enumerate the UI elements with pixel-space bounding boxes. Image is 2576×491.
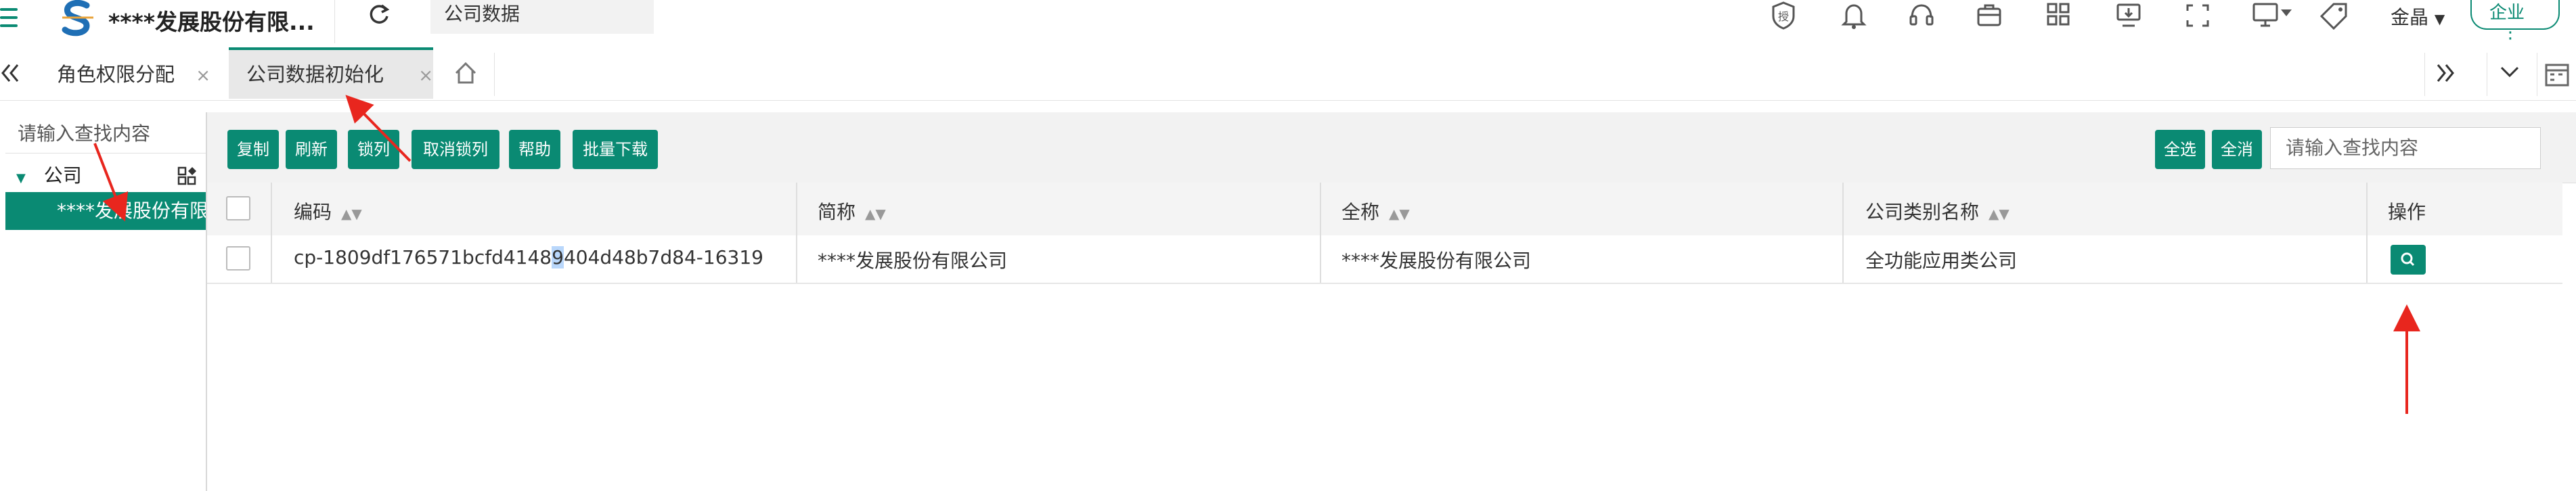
scroll-right-icon[interactable] [2434, 60, 2457, 89]
apps-icon[interactable] [2043, 0, 2074, 31]
copy-button[interactable]: 复制 [227, 130, 279, 169]
cell-code-text: cp-1809df176571bcfd4148 [294, 246, 552, 268]
column-header-label: 公司类别名称 [1865, 201, 1980, 223]
deselect-all-button[interactable]: 全消 [2212, 130, 2262, 169]
column-divider [1320, 183, 1321, 283]
divider [334, 0, 335, 43]
column-divider [1842, 183, 1844, 283]
tree-node-label: 公司 [43, 164, 82, 187]
cell-code[interactable]: cp-1809df176571bcfd41489404d48b7d84-1631… [294, 246, 763, 268]
enterprise-switch[interactable]: 企业 ⋮ [2470, 0, 2560, 49]
refresh-button[interactable]: 刷新 [286, 130, 337, 169]
cell-short-name: ****发展股份有限公司 [818, 250, 1008, 272]
cell-code-text: 404d48b7d84-16319 [563, 246, 763, 268]
tab-role-permission[interactable]: 角色权限分配 × [57, 53, 210, 96]
fullscreen-icon[interactable] [2182, 0, 2213, 31]
enterprise-label: 企业 [2489, 3, 2525, 23]
sort-icon[interactable]: ▲▼ [341, 206, 362, 222]
divider [5, 153, 206, 154]
expand-caret-icon[interactable]: ▼ [16, 171, 26, 185]
column-divider [2366, 183, 2368, 283]
column-header-short-name[interactable]: 简称 ▲▼ [818, 197, 886, 225]
view-detail-button[interactable] [2391, 245, 2426, 275]
batch-download-button[interactable]: 批量下载 [573, 130, 658, 169]
column-divider [796, 183, 797, 283]
tree-node-selected[interactable]: ****发展股份有限公司 [5, 192, 206, 230]
table-search-input[interactable]: 请输入查找内容 [2270, 127, 2541, 169]
column-header-category[interactable]: 公司类别名称 ▲▼ [1865, 197, 2009, 225]
chevron-down-icon[interactable] [2497, 62, 2522, 85]
select-all-button[interactable]: 全选 [2155, 130, 2205, 169]
column-divider [271, 183, 272, 283]
app-title: ****发展股份有限... [108, 9, 315, 35]
user-menu[interactable]: 金晶 ▼ [2391, 3, 2445, 30]
unlock-column-button[interactable]: 取消锁列 [412, 130, 499, 169]
column-header-full-name[interactable]: 全称 ▲▼ [1341, 197, 1410, 225]
row-checkbox[interactable] [226, 246, 250, 271]
user-name: 金晶 [2391, 6, 2429, 28]
menu-icon[interactable] [0, 5, 19, 35]
tab-label: 角色权限分配 [57, 63, 175, 86]
briefcase-icon[interactable] [1974, 0, 2005, 31]
tag-icon[interactable] [2319, 0, 2350, 31]
column-header-label: 编码 [294, 201, 332, 223]
home-icon[interactable] [452, 60, 479, 89]
tree-options-icon[interactable] [177, 166, 199, 189]
company-logo [57, 0, 99, 38]
column-header-code[interactable]: 编码 ▲▼ [294, 197, 362, 225]
calendar-icon[interactable] [2544, 61, 2571, 91]
refresh-icon[interactable] [365, 1, 393, 28]
badge-icon[interactable]: 授 [1768, 0, 1799, 31]
svg-text:授: 授 [1778, 10, 1789, 23]
cell-full-name: ****发展股份有限公司 [1341, 250, 1532, 272]
tab-label-wrapper: 公司数据初始化 × [246, 53, 433, 96]
column-header-actions: 操作 [2388, 201, 2426, 223]
caret-down-icon: ▼ [2434, 11, 2445, 27]
tree-search-input[interactable]: 请输入查找内容 [18, 119, 150, 146]
tab-close-icon[interactable]: × [418, 66, 433, 86]
select-all-checkbox[interactable] [226, 196, 250, 220]
search-icon [2401, 252, 2415, 266]
display-icon[interactable] [2251, 0, 2296, 31]
divider [494, 53, 495, 96]
tab-label: 公司数据初始化 [246, 63, 384, 86]
monitor-icon[interactable] [2113, 0, 2144, 31]
global-search-input[interactable]: 公司数据 [430, 0, 654, 34]
sort-icon[interactable]: ▲▼ [1989, 206, 2009, 222]
tree-node-company[interactable]: ▼ 公司 [16, 161, 82, 188]
column-header-label: 全称 [1341, 201, 1380, 223]
bell-icon[interactable] [1838, 0, 1869, 31]
scroll-left-icon[interactable] [0, 60, 20, 89]
headset-icon[interactable] [1906, 0, 1937, 31]
lock-column-button[interactable]: 锁列 [348, 130, 399, 169]
sort-icon[interactable]: ▲▼ [1389, 206, 1410, 222]
help-button[interactable]: 帮助 [509, 130, 560, 169]
sort-icon[interactable]: ▲▼ [865, 206, 886, 222]
divider [2424, 53, 2425, 96]
cell-category: 全功能应用类公司 [1865, 250, 2018, 272]
text-selection: 9 [552, 246, 564, 268]
column-header-label: 简称 [818, 201, 856, 223]
tab-close-icon[interactable]: × [196, 66, 210, 86]
